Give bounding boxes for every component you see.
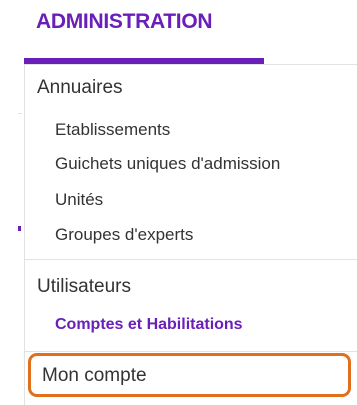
mon-compte-label: Mon compte <box>42 365 147 386</box>
menu-item-etablissements[interactable]: Etablissements <box>55 120 170 140</box>
menu-section-utilisateurs[interactable]: Utilisateurs <box>37 276 131 298</box>
admin-menu-panel: Annuaires Etablissements Guichets unique… <box>24 64 357 405</box>
menu-item-mon-compte[interactable]: Mon compte <box>28 353 351 397</box>
menu-item-groupes-experts[interactable]: Groupes d'experts <box>55 225 193 245</box>
admin-header-title: ADMINISTRATION <box>36 10 213 33</box>
menu-item-unites[interactable]: Unités <box>55 190 103 210</box>
left-divider-tick <box>18 113 22 114</box>
menu-divider <box>25 351 357 352</box>
menu-divider <box>25 259 357 260</box>
menu-section-annuaires[interactable]: Annuaires <box>37 77 123 99</box>
left-accent-mark <box>18 226 21 231</box>
menu-item-guichets-uniques[interactable]: Guichets uniques d'admission <box>55 154 280 174</box>
menu-item-comptes-habilitations[interactable]: Comptes et Habilitations <box>55 316 243 334</box>
